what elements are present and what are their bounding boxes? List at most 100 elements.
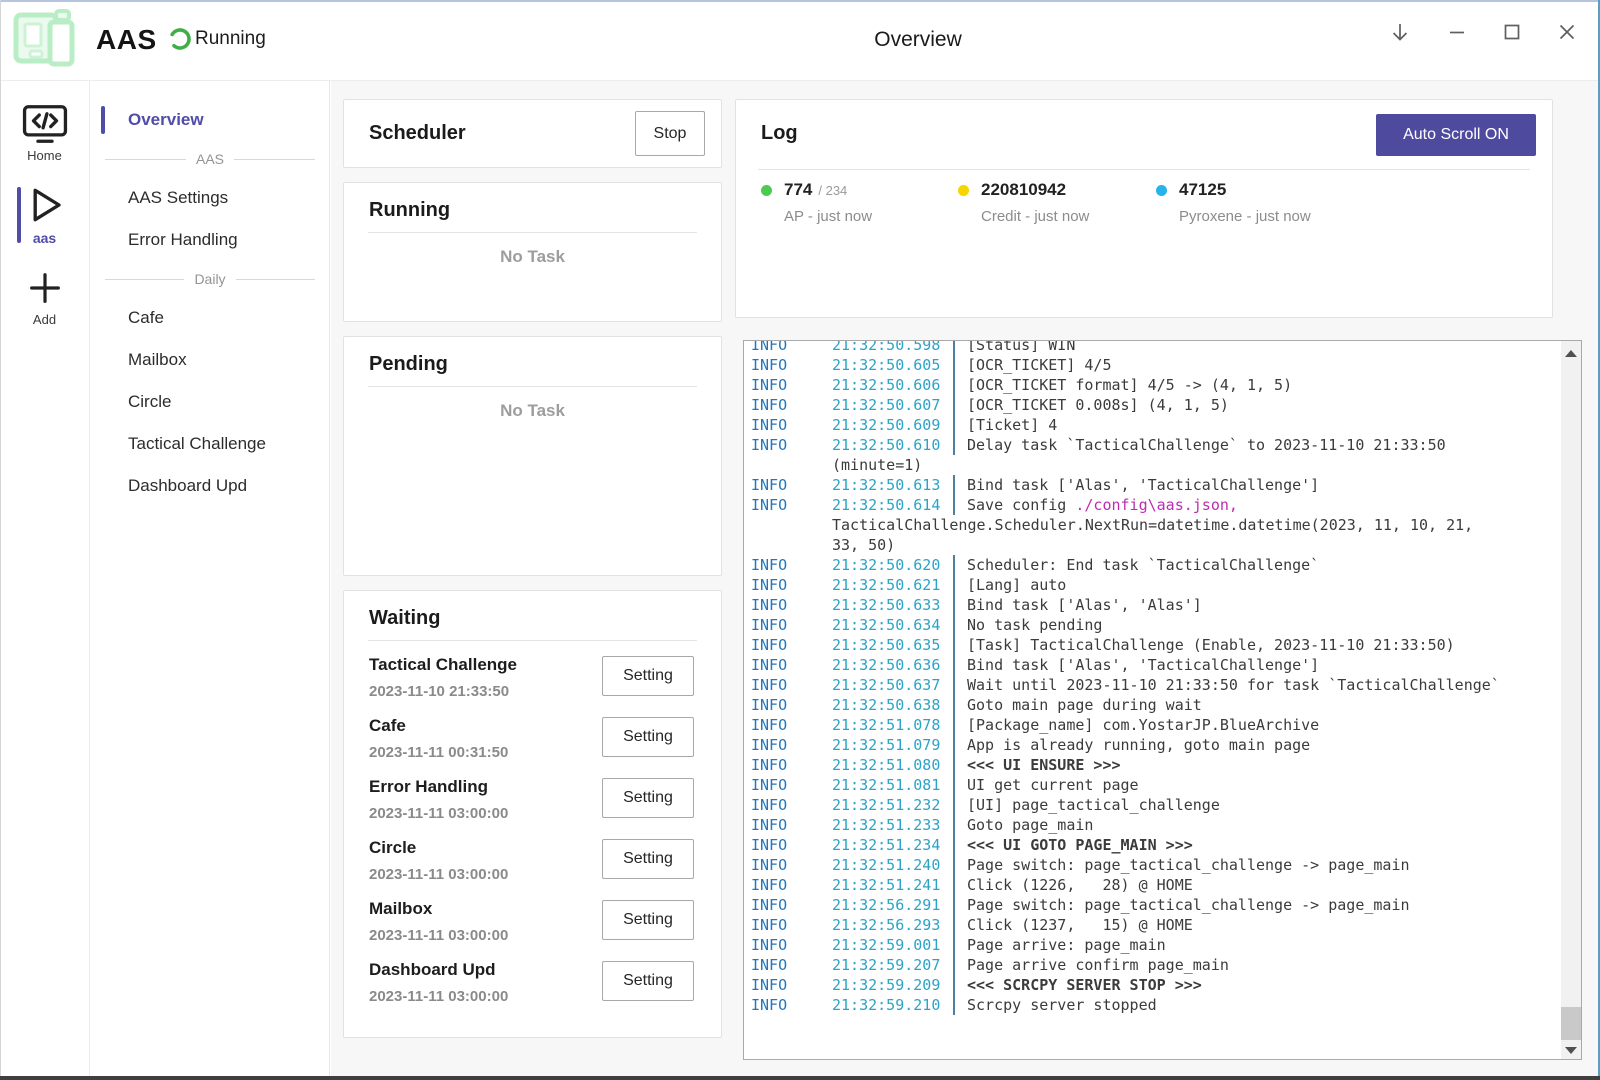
- log-line: INFO21:32:51.079App is already running, …: [744, 735, 1561, 755]
- sidebar-item-mailbox[interactable]: Mailbox: [91, 339, 329, 381]
- log-message: <<< SCRCPY SERVER STOP >>>: [953, 975, 1202, 995]
- log-timestamp: 21:32:50.634: [832, 615, 953, 635]
- sidebar-item-cafe[interactable]: Cafe: [91, 297, 329, 339]
- nav-rail: Home aas Add: [0, 81, 90, 1080]
- running-title: Running: [369, 199, 721, 222]
- sidebar-item-aas-settings[interactable]: AAS Settings: [91, 177, 329, 219]
- task-setting-button[interactable]: Setting: [602, 778, 694, 818]
- log-message: [Lang] auto: [953, 575, 1066, 595]
- log-message: Bind task ['Alas', 'TacticalChallenge']: [953, 475, 1319, 495]
- task-setting-button[interactable]: Setting: [602, 717, 694, 757]
- log-level: INFO: [744, 415, 832, 435]
- log-card: Log Auto Scroll ON 774 / 234 AP - just n…: [735, 99, 1553, 318]
- log-message: [Task] TacticalChallenge (Enable, 2023-1…: [953, 635, 1455, 655]
- log-message: [UI] page_tactical_challenge: [953, 795, 1220, 815]
- log-message: Page switch: page_tactical_challenge -> …: [953, 895, 1410, 915]
- log-level: INFO: [744, 855, 832, 875]
- sidebar-item-tactical-challenge[interactable]: Tactical Challenge: [91, 423, 329, 465]
- log-level: INFO: [744, 355, 832, 375]
- log-level: INFO: [744, 715, 832, 735]
- log-title: Log: [761, 122, 798, 145]
- window-border-bottom: [0, 1076, 1600, 1080]
- scrollbar-up-arrow-icon[interactable]: [1565, 350, 1577, 357]
- log-scrollbar[interactable]: [1561, 341, 1581, 1059]
- log-level: INFO: [744, 915, 832, 935]
- task-next-run-time: 2023-11-10 21:33:50: [369, 683, 509, 700]
- log-timestamp: 21:32:50.633: [832, 595, 953, 615]
- log-line: INFO21:32:50.620Scheduler: End task `Tac…: [744, 555, 1561, 575]
- maximize-icon: [1501, 21, 1523, 43]
- log-level: INFO: [744, 635, 832, 655]
- stat-dot-icon: [761, 185, 772, 196]
- log-timestamp: 21:32:50.636: [832, 655, 953, 675]
- stat-dot-icon: [958, 185, 969, 196]
- log-message: Page arrive confirm page_main: [953, 955, 1229, 975]
- close-button[interactable]: [1546, 12, 1588, 52]
- titlebar: AAS Running Overview: [0, 0, 1600, 81]
- log-level: INFO: [744, 655, 832, 675]
- log-level: INFO: [744, 975, 832, 995]
- app-name: AAS: [96, 24, 157, 56]
- close-icon: [1556, 21, 1578, 43]
- sidebar-item-error-handling[interactable]: Error Handling: [91, 219, 329, 261]
- sidebar-item-circle[interactable]: Circle: [91, 381, 329, 423]
- log-console: INFO21:32:50.598[Status] WININFO21:32:50…: [743, 340, 1582, 1060]
- divider: [368, 386, 697, 387]
- log-message: Delay task `TacticalChallenge` to 2023-1…: [953, 435, 1446, 455]
- window-border-left: [0, 0, 1, 1080]
- minimize-button[interactable]: [1436, 12, 1478, 52]
- log-message: Wait until 2023-11-10 21:33:50 for task …: [953, 675, 1500, 695]
- auto-scroll-button[interactable]: Auto Scroll ON: [1376, 114, 1536, 156]
- log-level: INFO: [744, 815, 832, 835]
- task-setting-button[interactable]: Setting: [602, 656, 694, 696]
- log-line: INFO21:32:50.638Goto main page during wa…: [744, 695, 1561, 715]
- log-line-continuation: TacticalChallenge.Scheduler.NextRun=date…: [744, 515, 1561, 535]
- code-monitor-icon: [22, 104, 68, 144]
- scrollbar-thumb[interactable]: [1561, 1007, 1581, 1040]
- sidebar-item-label: Mailbox: [128, 350, 187, 370]
- rail-item-home[interactable]: Home: [0, 95, 89, 171]
- log-timestamp: 21:32:59.001: [832, 935, 953, 955]
- sidebar-item-label: Overview: [128, 110, 204, 130]
- rail-item-add[interactable]: Add: [0, 259, 89, 335]
- log-level: INFO: [744, 595, 832, 615]
- play-icon: [24, 184, 66, 226]
- log-level: INFO: [744, 935, 832, 955]
- arrow-down-icon: [1388, 20, 1412, 44]
- log-timestamp: 21:32:59.210: [832, 995, 953, 1015]
- window-border-top: [0, 0, 1600, 2]
- task-setting-button[interactable]: Setting: [602, 839, 694, 879]
- log-line: INFO21:32:51.080<<< UI ENSURE >>>: [744, 755, 1561, 775]
- waiting-task-row: Dashboard Upd 2023-11-11 03:00:00 Settin…: [344, 954, 721, 1015]
- waiting-task-list: Tactical Challenge 2023-11-10 21:33:50 S…: [344, 641, 721, 1015]
- log-timestamp: 21:32:50.638: [832, 695, 953, 715]
- sidebar-item-dashboard-upd[interactable]: Dashboard Upd: [91, 465, 329, 507]
- maximize-button[interactable]: [1491, 12, 1533, 52]
- log-line: INFO21:32:51.240Page switch: page_tactic…: [744, 855, 1561, 875]
- sidebar-item-label: Error Handling: [128, 230, 238, 250]
- running-card: Running No Task: [343, 182, 722, 322]
- log-line: INFO21:32:50.621[Lang] auto: [744, 575, 1561, 595]
- stat-value: 774: [784, 180, 812, 200]
- log-level: INFO: [744, 895, 832, 915]
- log-message: UI get current page: [953, 775, 1139, 795]
- sidebar-item-label: Circle: [128, 392, 171, 412]
- log-timestamp: 21:32:51.078: [832, 715, 953, 735]
- log-line: INFO21:32:59.207Page arrive confirm page…: [744, 955, 1561, 975]
- pending-title: Pending: [369, 353, 721, 376]
- stat-label: AP - just now: [784, 208, 872, 225]
- log-message: [Package_name] com.YostarJP.BlueArchive: [953, 715, 1319, 735]
- rail-item-aas[interactable]: aas: [0, 177, 89, 253]
- hide-to-tray-button[interactable]: [1379, 12, 1421, 52]
- log-header: Log Auto Scroll ON: [736, 100, 1552, 169]
- sidebar-item-label: Dashboard Upd: [128, 476, 247, 496]
- task-setting-button[interactable]: Setting: [602, 900, 694, 940]
- scheduler-card: Scheduler Stop: [343, 99, 722, 168]
- scrollbar-down-arrow-icon[interactable]: [1565, 1047, 1577, 1054]
- log-message: [OCR_TICKET] 4/5: [953, 355, 1112, 375]
- sidebar-item-overview[interactable]: Overview: [91, 99, 329, 141]
- log-timestamp: 21:32:50.605: [832, 355, 953, 375]
- task-setting-button[interactable]: Setting: [602, 961, 694, 1001]
- stop-button[interactable]: Stop: [635, 111, 705, 156]
- log-timestamp: 21:32:51.079: [832, 735, 953, 755]
